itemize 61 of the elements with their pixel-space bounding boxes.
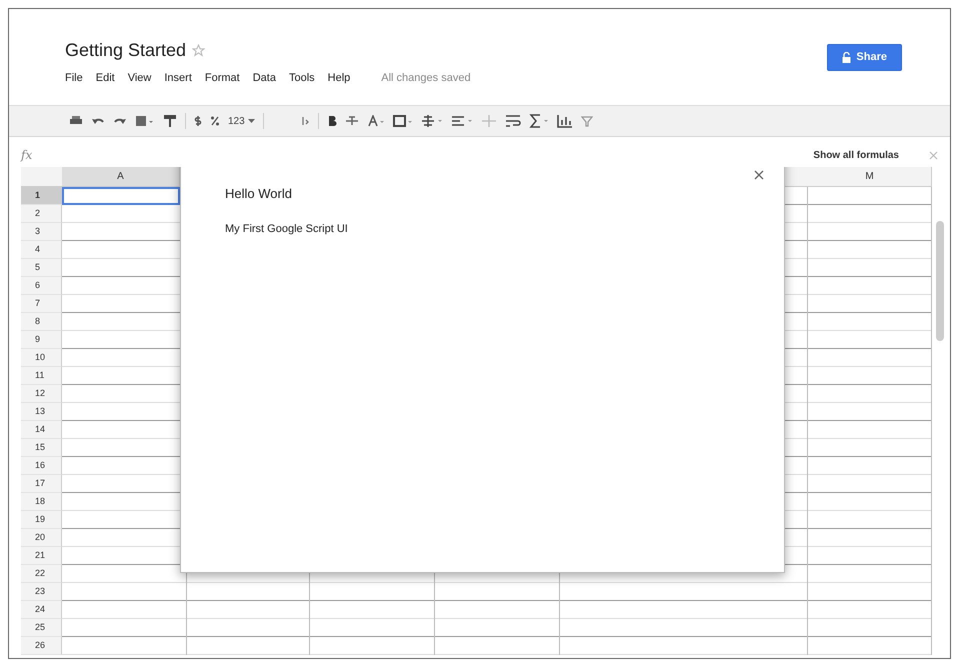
close-icon[interactable] [754,170,764,180]
row-header[interactable]: 2 [21,205,62,223]
star-icon[interactable] [192,44,206,56]
row-header[interactable]: 5 [21,259,62,277]
row-header[interactable]: 1 [21,187,62,205]
dialog-heading: Hello World [225,186,293,201]
row-header[interactable]: 19 [21,511,62,529]
strikethrough-icon[interactable] [344,115,359,127]
percent-icon[interactable] [210,115,220,127]
column-header[interactable]: A [62,167,180,186]
bold-icon[interactable] [326,115,337,127]
row-header[interactable]: 23 [21,583,62,601]
row-header[interactable]: 9 [21,331,62,349]
fill-color-icon[interactable] [392,114,413,128]
row-header[interactable]: 16 [21,457,62,475]
share-button[interactable]: Share [827,44,902,70]
sum-icon[interactable] [528,114,549,128]
menu-item[interactable]: Help [328,72,350,84]
row-header[interactable]: 7 [21,295,62,313]
formula-label: fx [21,148,32,162]
row-header[interactable]: 4 [21,241,62,259]
menu-item[interactable]: File [65,72,83,84]
save-status: All changes saved [381,72,471,84]
lock-icon [842,52,852,62]
row-header[interactable]: 8 [21,313,62,331]
font-size-icon[interactable] [300,115,310,127]
menu-item[interactable]: Data [252,72,276,84]
row-header[interactable]: 10 [21,349,62,367]
row-header[interactable]: 18 [21,493,62,511]
row-header[interactable]: 22 [21,565,62,583]
chart-icon[interactable] [556,114,573,128]
show-formulas-label[interactable]: Show all formulas [813,150,899,160]
document-title[interactable]: Getting Started [65,40,186,60]
row-header[interactable]: 13 [21,403,62,421]
menu-item[interactable]: View [128,72,152,84]
scrollbar-thumb[interactable] [936,221,944,341]
row-header[interactable]: 17 [21,475,62,493]
dialog-text: My First Google Script UI [225,223,349,235]
print-icon[interactable] [69,115,83,127]
row-header[interactable]: 20 [21,529,62,547]
selected-cell[interactable] [62,187,180,205]
menu-item[interactable]: Format [204,72,240,84]
text-color-icon[interactable] [366,115,385,127]
wrap-text-icon[interactable] [504,114,521,128]
align-icon[interactable] [450,114,473,128]
menu-item[interactable]: Tools [288,72,315,84]
row-header[interactable]: 12 [21,385,62,403]
row-header[interactable]: 21 [21,547,62,565]
row-header[interactable]: 3 [21,223,62,241]
row-header[interactable]: 25 [21,619,62,637]
number-format-dropdown[interactable]: 123 [228,116,255,126]
row-header[interactable]: 15 [21,439,62,457]
currency-icon[interactable] [194,115,202,127]
row-header[interactable]: 24 [21,601,62,619]
menu-item[interactable]: Edit [96,72,115,84]
row-header[interactable]: 11 [21,367,62,385]
caret-icon[interactable] [248,118,255,124]
row-header[interactable]: 26 [21,637,62,655]
row-header[interactable]: 14 [21,421,62,439]
menu-item[interactable]: Insert [164,72,192,84]
row-header[interactable]: 6 [21,277,62,295]
